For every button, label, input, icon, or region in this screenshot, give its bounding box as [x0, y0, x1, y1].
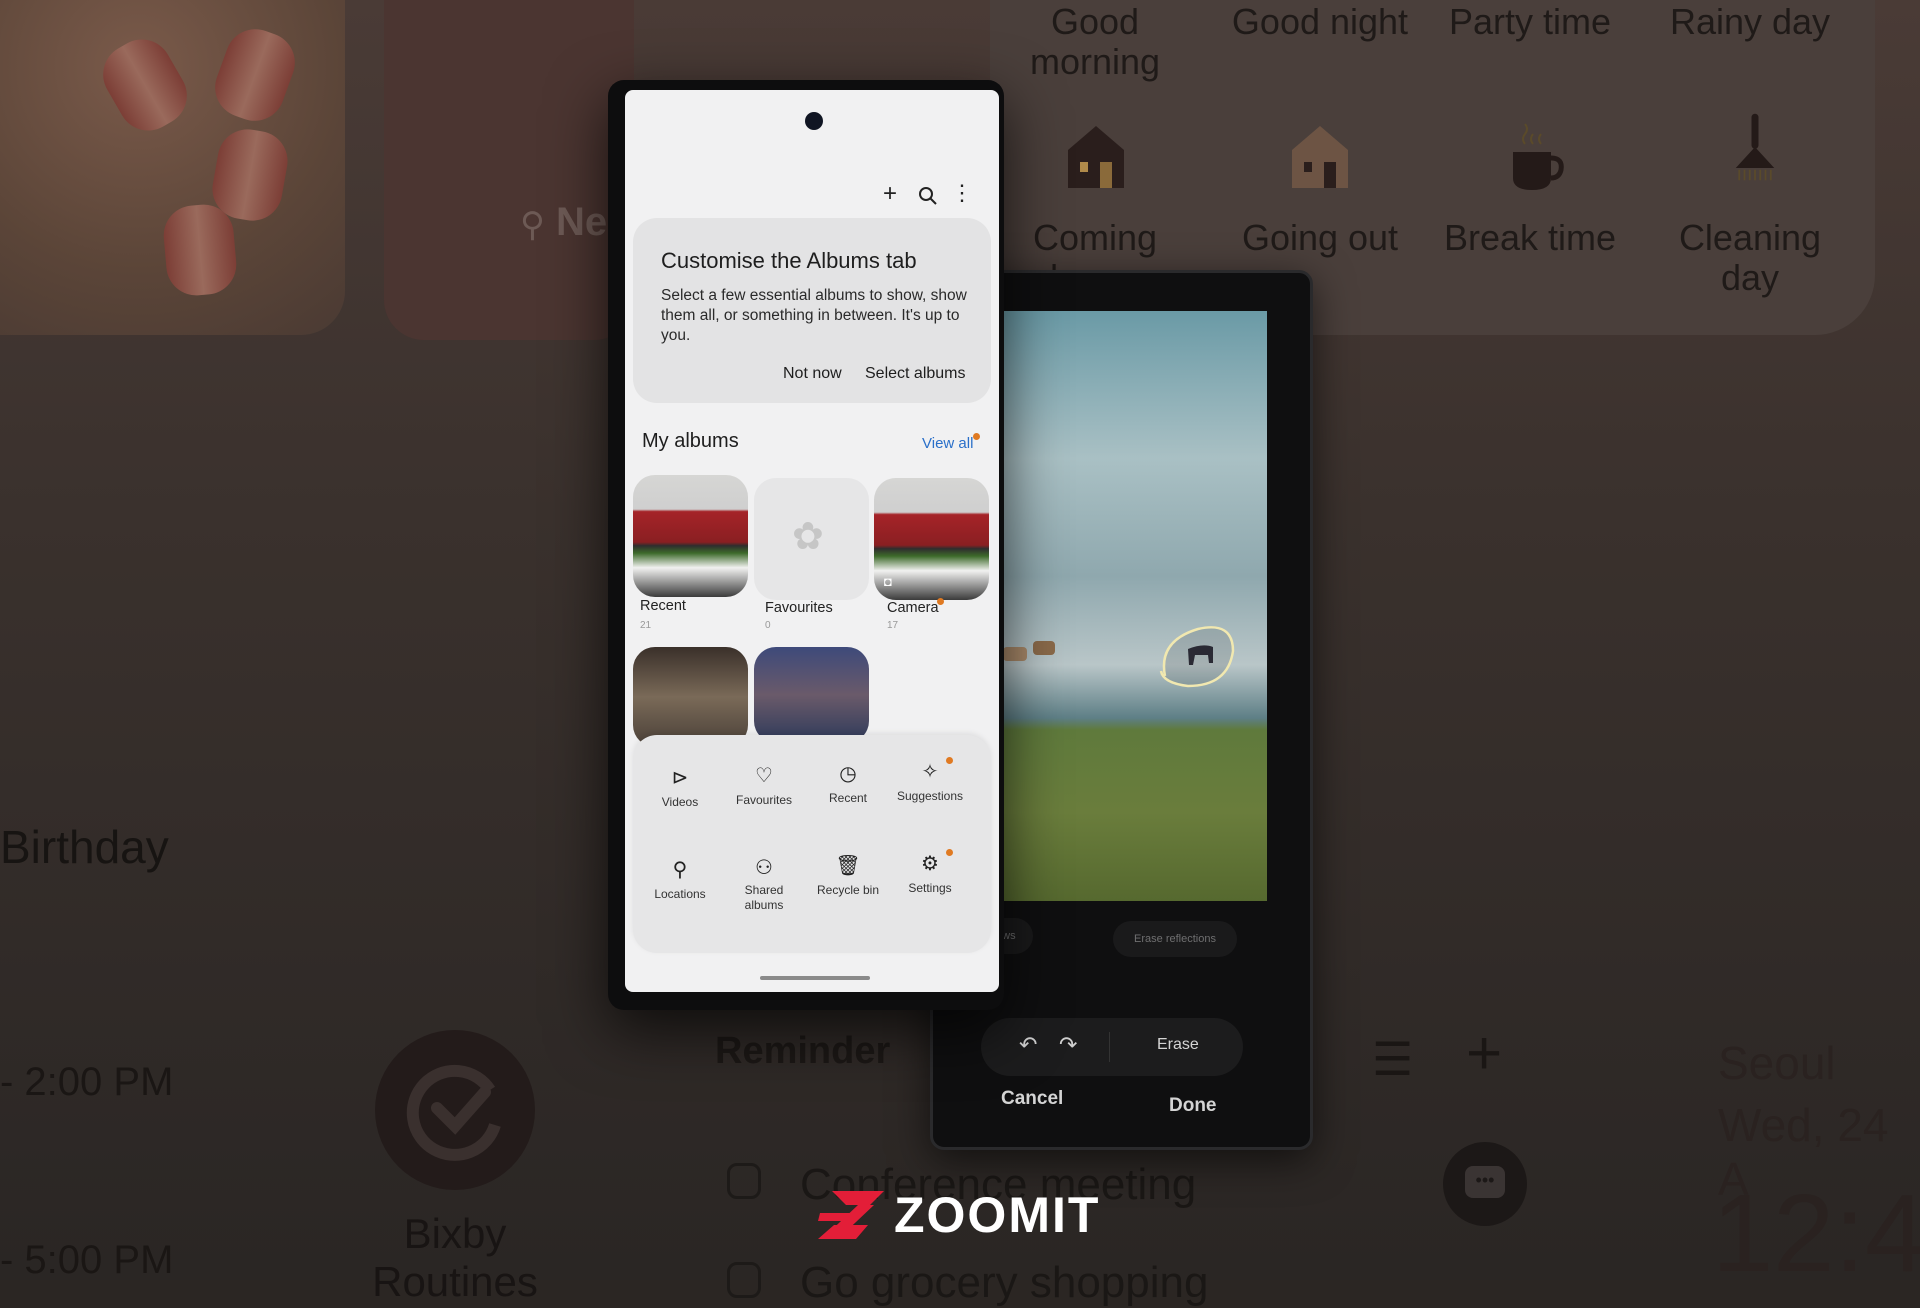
routine-good-night[interactable]: Good night [1220, 2, 1420, 42]
album-shortcuts-panel: ⊳Videos ♡Favourites ◷Recent ✧Suggestions… [633, 735, 991, 953]
routine-rainy-day[interactable]: Rainy day [1650, 2, 1850, 42]
shortcut-recycle-bin[interactable]: 🗑︎Recycle bin [803, 853, 893, 899]
reminder-checkbox[interactable] [727, 1163, 761, 1199]
routine-check-icon [375, 1030, 535, 1190]
editor-photo [1003, 311, 1267, 901]
flower-placeholder-icon: ✿ [792, 514, 824, 559]
done-button[interactable]: Done [1169, 1095, 1217, 1117]
search-icon[interactable] [918, 186, 938, 206]
album-count: 21 [640, 620, 651, 631]
location-pin-icon: ⚲ [635, 857, 725, 885]
album-camera-thumbnail[interactable]: ◘ [874, 478, 989, 600]
macaron-image [207, 21, 304, 130]
routine-cleaning-day[interactable]: Cleaning day [1650, 218, 1850, 298]
not-now-button[interactable]: Not now [783, 365, 842, 383]
album-name: Favourites [765, 600, 833, 616]
erase-button[interactable]: Erase [1157, 1036, 1199, 1054]
chat-bubble-icon: ••• [1465, 1166, 1505, 1198]
tip-body: Select a few essential albums to show, s… [661, 286, 971, 346]
my-albums-title: My albums [642, 430, 739, 453]
heart-icon: ♡ [719, 763, 809, 791]
shortcut-favourites[interactable]: ♡Favourites [719, 763, 809, 809]
album-thumbnail[interactable] [633, 647, 748, 747]
add-icon[interactable]: + [883, 180, 897, 208]
broom-icon [1725, 112, 1785, 182]
coffee-cup-icon [1505, 122, 1565, 192]
gallery-screen: + ⋮ Customise the Albums tab Select a fe… [625, 90, 999, 992]
home-indicator[interactable] [760, 976, 870, 980]
world-clock-time: 12:4 [1712, 1170, 1920, 1297]
add-icon[interactable]: + [1466, 1018, 1502, 1089]
notification-badge [946, 757, 953, 764]
album-thumbnail[interactable] [754, 647, 869, 743]
reminder-title: Reminder [715, 1030, 890, 1073]
toolbar-divider [1109, 1032, 1110, 1062]
reminder-item: Go grocery shopping [800, 1258, 1208, 1308]
gear-icon: ⚙ [885, 851, 975, 879]
shortcut-locations[interactable]: ⚲Locations [635, 857, 725, 903]
wallpaper-card [0, 0, 345, 335]
customise-albums-card: Customise the Albums tab Select a few es… [633, 218, 991, 403]
gallery-phone: + ⋮ Customise the Albums tab Select a fe… [608, 80, 1004, 1010]
bixby-routines-label: Bixby Routines [370, 1210, 540, 1306]
selection-lasso[interactable] [1153, 621, 1243, 691]
shortcut-videos[interactable]: ⊳Videos [635, 765, 725, 811]
calendar-event-title: Birthday [0, 820, 169, 874]
shortcut-recent[interactable]: ◷Recent [803, 761, 893, 807]
album-name: Recent [640, 598, 686, 614]
view-all-link[interactable]: View all [922, 435, 973, 452]
editor-toolbar: ↶ ↷ Erase [981, 1018, 1243, 1076]
tip-title: Customise the Albums tab [661, 248, 917, 274]
calendar-event-time: - 5:00 PM [0, 1238, 173, 1283]
routine-good-morning[interactable]: Good morning [995, 2, 1195, 82]
erase-reflections-button[interactable]: Erase reflections [1113, 921, 1237, 957]
album-recent-thumbnail[interactable] [633, 475, 748, 597]
sparkle-chat-icon: ✧ [885, 759, 975, 787]
camera-icon: ◘ [884, 574, 892, 589]
front-camera [805, 112, 823, 130]
shortcut-suggestions[interactable]: ✧Suggestions [885, 759, 975, 805]
album-name: Camera [887, 600, 939, 616]
people-icon: ⚇ [719, 855, 809, 883]
album-favourites-thumbnail[interactable]: ✿ [754, 478, 869, 600]
shortcut-shared-albums[interactable]: ⚇Shared albums [719, 855, 809, 913]
clock-icon: ◷ [803, 761, 893, 789]
house-icon [1290, 122, 1350, 192]
shortcut-settings[interactable]: ⚙Settings [885, 851, 975, 897]
calendar-event-time: - 2:00 PM [0, 1060, 173, 1105]
house-icon [1066, 122, 1126, 192]
message-button[interactable]: ••• [1443, 1142, 1527, 1226]
zoomit-logo-text: ZOOMIT [894, 1186, 1100, 1244]
location-text: Ne [556, 200, 607, 245]
undo-icon[interactable]: ↶ [1019, 1032, 1037, 1058]
location-pin-icon: ⚲ [520, 205, 545, 245]
more-options-icon[interactable]: ⋮ [951, 182, 973, 204]
cow-image [1003, 647, 1027, 661]
routine-party-time[interactable]: Party time [1430, 2, 1630, 42]
redo-icon[interactable]: ↷ [1059, 1032, 1077, 1058]
album-count: 17 [887, 620, 898, 631]
album-count: 0 [765, 620, 771, 631]
select-albums-button[interactable]: Select albums [865, 365, 966, 383]
macaron-image [161, 202, 239, 298]
routine-going-out[interactable]: Going out [1220, 218, 1420, 258]
reminder-checkbox[interactable] [727, 1262, 761, 1298]
cow-image [1033, 641, 1055, 655]
cancel-button[interactable]: Cancel [1001, 1088, 1063, 1110]
notification-badge [946, 849, 953, 856]
trash-icon: 🗑︎ [803, 853, 893, 881]
weather-widget: ⚲ Ne [384, 0, 634, 340]
play-video-icon: ⊳ [635, 765, 725, 793]
bixby-routines-button[interactable] [375, 1030, 535, 1190]
world-clock-city: Seoul [1718, 1036, 1836, 1090]
notification-badge [937, 598, 944, 605]
zoomit-logo-icon [818, 1191, 884, 1239]
list-icon[interactable]: ☰ [1372, 1032, 1413, 1086]
zoomit-watermark: ZOOMIT [818, 1186, 1100, 1244]
macaron-image [92, 29, 198, 142]
routine-break-time[interactable]: Break time [1430, 218, 1630, 258]
notification-badge [973, 433, 980, 440]
